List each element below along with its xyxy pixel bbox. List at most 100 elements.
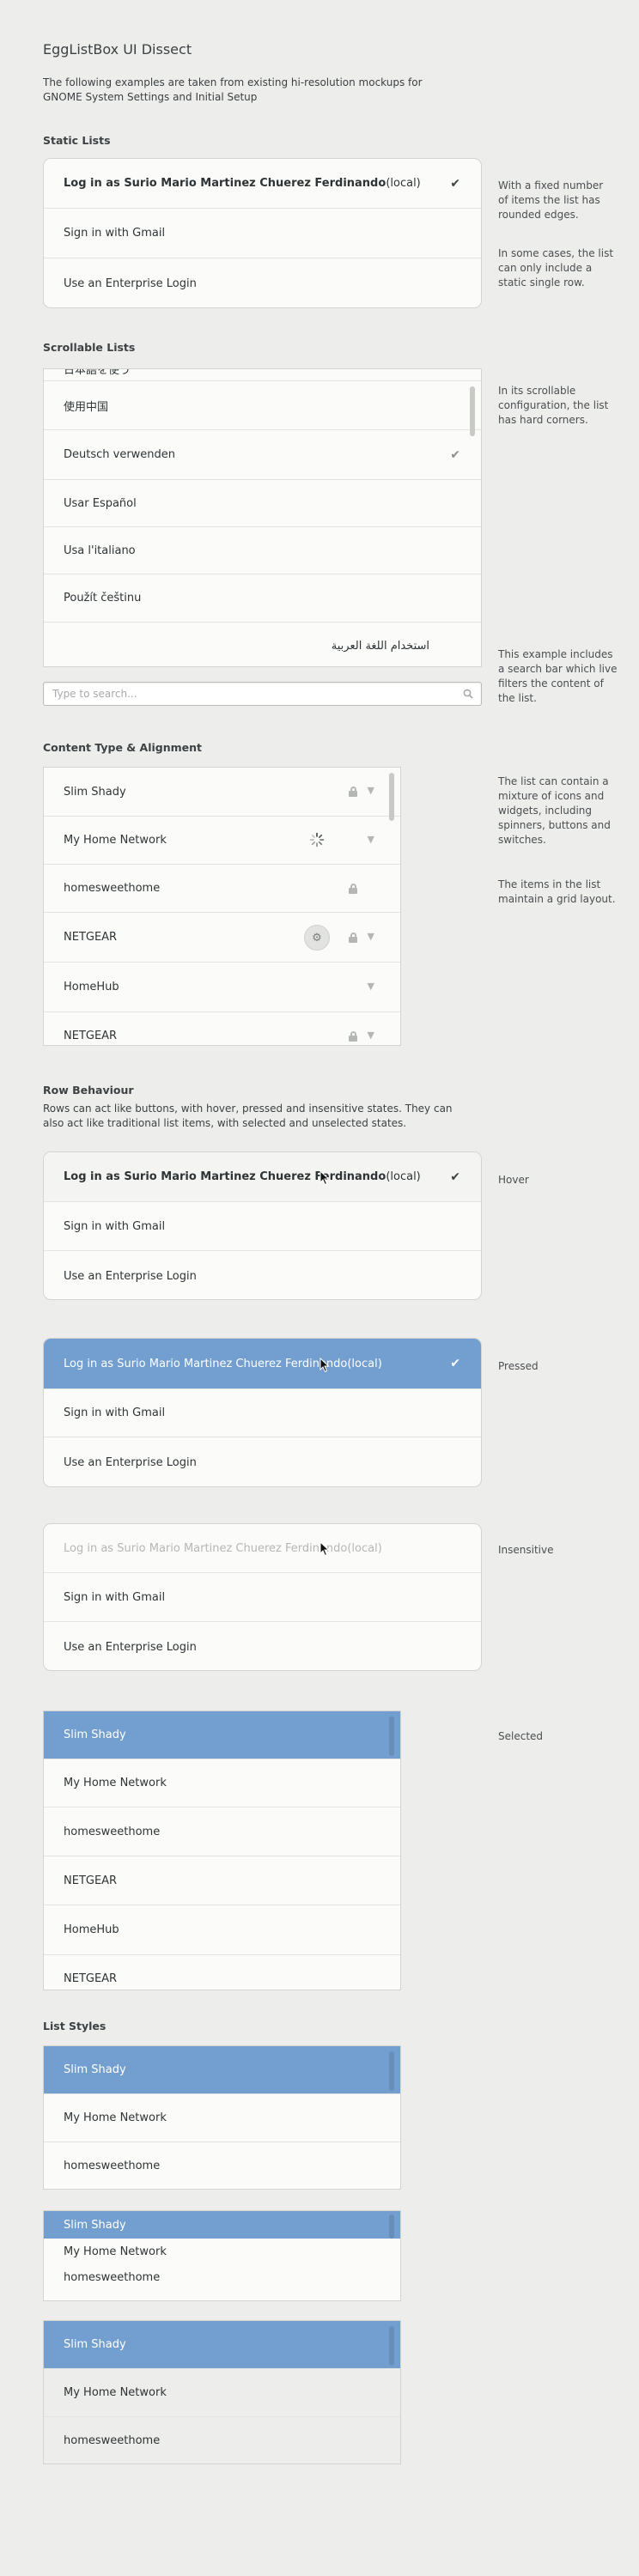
list-item[interactable]: NETGEAR [44,1955,400,1990]
section-heading-static-lists: Static Lists [43,134,111,147]
list-item[interactable]: Log in as Surio Mario Martinez Chuerez F… [44,1339,481,1389]
row-label: HomeHub [64,981,119,993]
row-label: NETGEAR [64,1972,118,1985]
mouse-cursor-icon [320,1358,330,1373]
row-label: homesweethome [64,882,161,895]
note-line: can only include a [498,262,593,274]
list-item[interactable]: Usa l'italiano [44,527,481,574]
note-line: The list can contain a [498,775,609,787]
list-item[interactable]: Slim Shady ▼ [44,768,400,817]
row-label: 日本語を使う [64,368,131,377]
row-label: Usa l'italiano [64,544,136,557]
list-item[interactable]: استخدام اللغة العربية [44,623,481,666]
scrollbar[interactable] [470,386,475,436]
list-item[interactable]: Usar Español [44,480,481,527]
note-line: With a fixed number [498,179,604,191]
note-line: maintain a grid layout. [498,893,616,905]
note-line: the list. [498,692,537,704]
note-line: In its scrollable [498,385,576,397]
check-icon: ✔ [450,176,460,191]
list-item[interactable]: 日本語を使う [44,368,481,381]
section-heading-content-type: Content Type & Alignment [43,741,203,754]
list-item[interactable]: Slim Shady [44,2211,400,2239]
row-label: homesweethome [64,2160,161,2172]
list-item[interactable]: HomeHub ▼ [44,963,400,1012]
row-label: Sign in with Gmail [64,1590,166,1604]
label-insensitive: Insensitive [498,1544,554,1556]
list-item[interactable]: homesweethome [44,2264,400,2290]
list-item[interactable]: homesweethome [44,2417,400,2464]
list-item[interactable]: Use an Enterprise Login [44,1251,481,1299]
row-label: homesweethome [64,1825,161,1838]
list-item[interactable]: My Home Network [44,2239,400,2264]
list-item[interactable]: Sign in with Gmail [44,1573,481,1622]
scrollbar[interactable] [389,1716,394,1756]
row-label: Deutsch verwenden [64,448,176,461]
list-item[interactable]: NETGEAR ⚙ ▼ [44,913,400,963]
row-label-suffix: (local) [386,177,421,190]
list-item[interactable]: homesweethome [44,865,400,913]
settings-gear-button[interactable]: ⚙ [304,925,330,951]
note-line: spinners, buttons and [498,819,611,831]
row-label: استخدام اللغة العربية [331,640,429,653]
wifi-icon: ▼ [367,834,374,845]
scrollbar[interactable] [389,2326,394,2366]
list-item[interactable]: Log in as Surio Mario Martinez Chuerez F… [44,159,481,209]
list-style-example-2: Slim Shady My Home Network homesweethome [43,2210,401,2301]
side-note-static-1: With a fixed number of items the list ha… [498,179,603,222]
list-item[interactable]: Use an Enterprise Login [44,258,481,307]
note-line: The items in the list [498,878,601,890]
list-item[interactable]: NETGEAR ▼ [44,1012,400,1045]
row-label: NETGEAR [64,1030,118,1042]
list-item[interactable]: Use an Enterprise Login [44,1437,481,1486]
note-line: static single row. [498,276,585,289]
row-label: homesweethome [64,2270,161,2284]
note-line: widgets, including [498,805,593,817]
row-label: NETGEAR [64,931,118,944]
list-item[interactable]: 使用中国 [44,381,481,430]
side-note-scrollable-2: This example includes a search bar which… [498,647,618,706]
list-item[interactable]: homesweethome [44,1807,400,1856]
pressed-example-list: Log in as Surio Mario Martinez Chuerez F… [43,1338,482,1487]
list-item[interactable]: Sign in with Gmail [44,209,481,258]
scrollbar[interactable] [389,2215,394,2239]
spinner-icon [309,832,325,848]
list-item[interactable]: Slim Shady [44,2321,400,2369]
search-input[interactable]: Type to search... [43,682,482,706]
list-item[interactable]: NETGEAR [44,1856,400,1905]
list-item[interactable]: Sign in with Gmail [44,1202,481,1251]
scrollbar[interactable] [389,2051,394,2091]
list-item[interactable]: HomeHub [44,1905,400,1955]
intro-line-2: GNOME System Settings and Initial Setup [43,91,258,103]
list-item[interactable]: Sign in with Gmail [44,1389,481,1437]
wifi-icon: ▼ [367,981,374,992]
list-item[interactable]: Slim Shady [44,1711,400,1759]
list-item[interactable]: Use an Enterprise Login [44,1622,481,1670]
row-label: Use an Enterprise Login [64,1640,197,1654]
row-label: Use an Enterprise Login [64,1269,197,1283]
row-label: Use an Enterprise Login [64,276,197,290]
list-style-example-3: Slim Shady My Home Network homesweethome [43,2320,401,2464]
check-icon: ✔ [450,447,460,462]
list-item[interactable]: My Home Network ▼ [44,817,400,865]
note-line: configuration, the list [498,399,609,411]
list-item[interactable]: My Home Network [44,2369,400,2417]
note-line: switches. [498,834,546,846]
wifi-icon: ▼ [367,1030,374,1041]
list-item[interactable]: My Home Network [44,2094,400,2142]
scrollbar[interactable] [389,773,394,821]
row-label-bold: Log in as Surio Mario Martinez Chuerez F… [64,1541,348,1555]
row-label: My Home Network [64,2386,167,2399]
scrollable-list: 日本語を使う 使用中国 Deutsch verwenden ✔ Usar Esp… [43,368,482,667]
list-item: Log in as Surio Mario Martinez Chuerez F… [44,1524,481,1573]
list-item[interactable]: Deutsch verwenden ✔ [44,430,481,480]
wifi-icon: ▼ [367,785,374,796]
row-label: My Home Network [64,834,167,847]
network-list: Slim Shady ▼ My Home Network ▼ homesweet… [43,767,401,1046]
list-item[interactable]: Použít češtinu [44,574,481,623]
list-item[interactable]: Log in as Surio Mario Martinez Chuerez F… [44,1152,481,1202]
check-icon: ✔ [450,1357,460,1370]
list-item[interactable]: homesweethome [44,2142,400,2189]
list-item[interactable]: My Home Network [44,1759,400,1807]
list-item[interactable]: Slim Shady [44,2046,400,2094]
